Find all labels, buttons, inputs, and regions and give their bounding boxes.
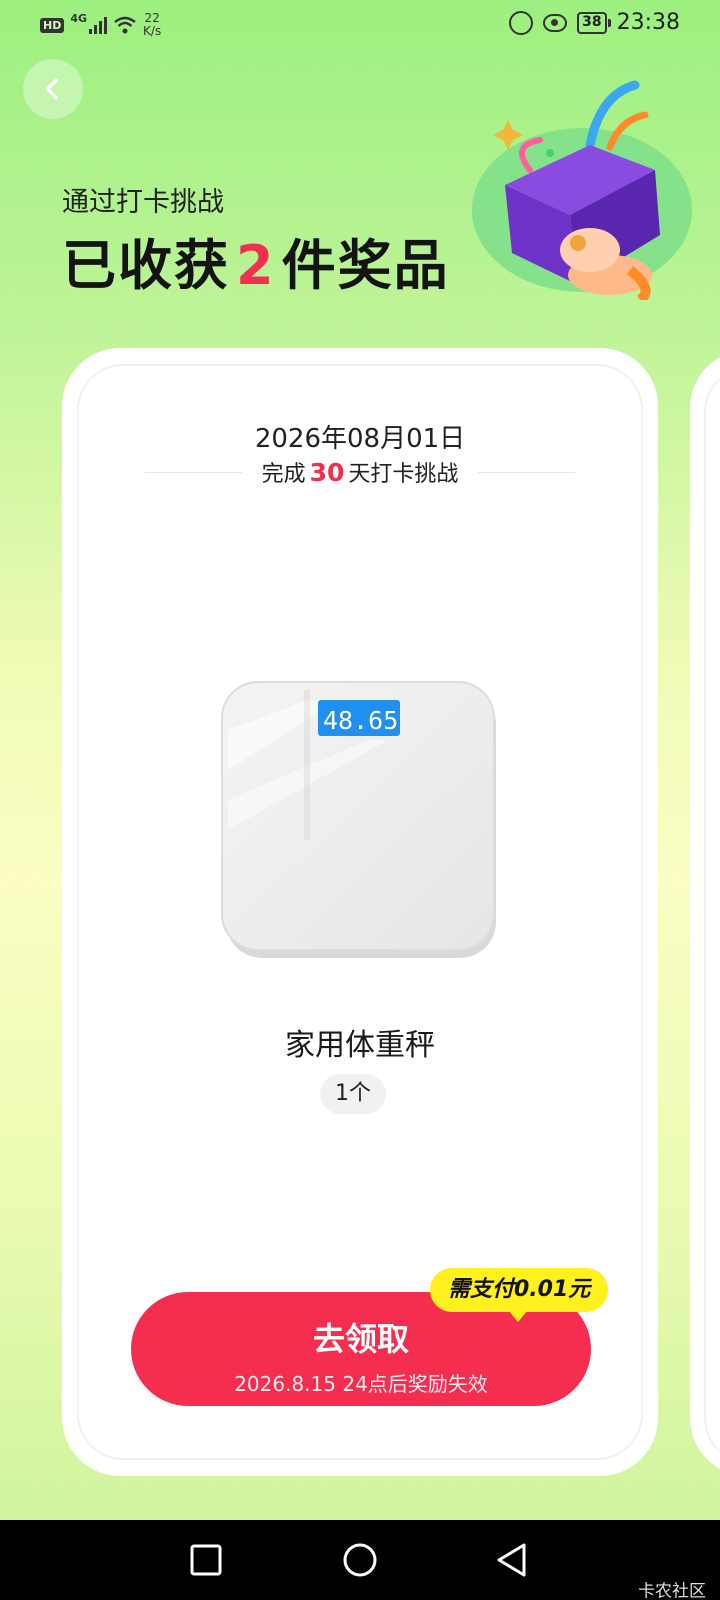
- payment-tag: 需支付0.01元: [430, 1268, 609, 1322]
- chevron-left-icon: [45, 78, 58, 100]
- next-card-peek[interactable]: [690, 350, 720, 1476]
- challenge-prefix: 完成: [261, 462, 306, 487]
- nfc-icon: [509, 10, 534, 35]
- back-button[interactable]: [23, 59, 83, 119]
- eye-icon: [543, 13, 568, 32]
- status-bar: HD 4G 22 K/s 38 23:38: [0, 0, 720, 50]
- home-icon[interactable]: [342, 1542, 378, 1578]
- wifi-icon: [114, 16, 136, 34]
- net-speed-value: 22: [144, 11, 160, 25]
- product-name: 家用体重秤: [285, 1028, 435, 1063]
- net-speed: 22 K/s: [143, 12, 161, 38]
- divider-left: [145, 471, 242, 473]
- title-prefix: 已收获: [62, 234, 230, 297]
- quantity-badge: 1个: [320, 1074, 386, 1114]
- status-left: HD 4G 22 K/s: [40, 12, 161, 38]
- recents-icon[interactable]: [188, 1542, 224, 1578]
- title-suffix: 件奖品: [281, 234, 450, 297]
- challenge-days: 30: [309, 458, 345, 487]
- prize-date: 2026年08月01日: [254, 424, 466, 454]
- status-right: 38 23:38: [509, 10, 680, 35]
- page-subtitle: 通过打卡挑战: [62, 187, 224, 218]
- battery-indicator: 38: [577, 11, 612, 34]
- challenge-suffix: 天打卡挑战: [348, 462, 459, 487]
- prize-count: 2: [236, 234, 276, 297]
- net-speed-unit: K/s: [143, 24, 162, 38]
- challenge-row: 完成 30 天打卡挑战: [145, 456, 576, 488]
- page-title: 已收获 2 件奖品: [62, 234, 450, 298]
- claim-expiry: 2026.8.15 24点后奖励失效: [234, 1372, 488, 1396]
- gift-box-illustration: [472, 80, 692, 300]
- scale-display: 48.65: [323, 706, 398, 735]
- challenge-text: 完成 30 天打卡挑战: [262, 456, 459, 488]
- network-label: 4G: [70, 12, 88, 25]
- back-triangle-icon[interactable]: [494, 1542, 530, 1578]
- hd-badge: HD: [40, 17, 65, 33]
- clock: 23:38: [616, 10, 680, 35]
- divider-right: [478, 471, 576, 473]
- signal-icon: [89, 16, 108, 34]
- watermark: 卡农社区: [638, 1581, 706, 1600]
- system-nav-bar: [0, 1520, 720, 1600]
- product-image-scale: 48.65: [221, 681, 496, 958]
